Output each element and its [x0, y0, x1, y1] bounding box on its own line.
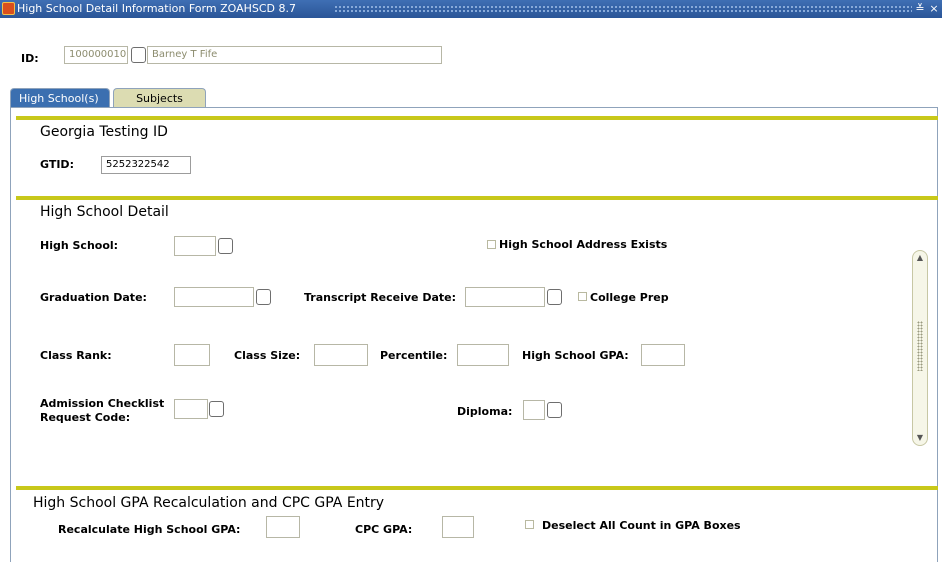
- gtid-field[interactable]: 5252322542: [101, 156, 191, 174]
- admission-checklist-search-button[interactable]: [209, 401, 224, 417]
- title-bar-pattern: [334, 5, 912, 13]
- window-title-bar: High School Detail Information Form ZOAH…: [0, 0, 942, 18]
- admission-checklist-label-line1: Admission Checklist: [40, 397, 165, 410]
- percentile-label: Percentile:: [380, 349, 448, 362]
- tab-subjects[interactable]: Subjects: [113, 88, 206, 108]
- address-exists-label: High School Address Exists: [499, 238, 668, 251]
- close-icon[interactable]: ×: [928, 0, 940, 18]
- admission-checklist-field[interactable]: [174, 399, 208, 419]
- gpa-label: High School GPA:: [522, 349, 629, 362]
- college-prep-checkbox[interactable]: [578, 292, 587, 301]
- transcript-date-calendar-button[interactable]: [547, 289, 562, 305]
- section-divider: [16, 116, 938, 120]
- tab-high-schools[interactable]: High School(s): [10, 88, 110, 108]
- transcript-date-field[interactable]: [465, 287, 545, 307]
- graduation-date-field[interactable]: [174, 287, 254, 307]
- graduation-date-label: Graduation Date:: [40, 291, 147, 304]
- cpc-gpa-field[interactable]: [442, 516, 474, 538]
- id-field[interactable]: 100000010: [64, 46, 128, 64]
- scroll-down-icon[interactable]: ▼: [915, 433, 925, 443]
- diploma-search-button[interactable]: [547, 402, 562, 418]
- college-prep-label: College Prep: [590, 291, 669, 304]
- high-school-field[interactable]: [174, 236, 216, 256]
- scroll-up-icon[interactable]: ▲: [915, 253, 925, 263]
- class-size-label: Class Size:: [234, 349, 301, 362]
- graduation-date-calendar-button[interactable]: [256, 289, 271, 305]
- id-search-button[interactable]: [131, 47, 146, 63]
- deselect-all-label: Deselect All Count in GPA Boxes: [542, 519, 741, 532]
- section-title-testing: Georgia Testing ID: [40, 124, 168, 140]
- minimize-icon[interactable]: ≚: [914, 0, 926, 18]
- recalc-gpa-field[interactable]: [266, 516, 300, 538]
- high-school-label: High School:: [40, 239, 119, 252]
- diploma-label: Diploma:: [457, 405, 513, 418]
- app-icon: [2, 2, 15, 15]
- cpc-gpa-label: CPC GPA:: [355, 523, 413, 536]
- percentile-field[interactable]: [457, 344, 509, 366]
- deselect-all-checkbox[interactable]: [525, 520, 534, 529]
- section-title-detail: High School Detail: [40, 204, 169, 220]
- class-rank-label: Class Rank:: [40, 349, 112, 362]
- admission-checklist-label-line2: Request Code:: [40, 411, 131, 424]
- diploma-field[interactable]: [523, 400, 545, 420]
- main-panel: [10, 107, 938, 562]
- scrollbar-grip[interactable]: [917, 321, 923, 371]
- gpa-field[interactable]: [641, 344, 685, 366]
- name-field[interactable]: Barney T Fife: [147, 46, 442, 64]
- class-size-field[interactable]: [314, 344, 368, 366]
- section-title-gpa: High School GPA Recalculation and CPC GP…: [33, 495, 385, 511]
- detail-scrollbar[interactable]: ▲ ▼: [912, 250, 928, 446]
- section-divider: [16, 486, 938, 490]
- recalc-gpa-label: Recalculate High School GPA:: [58, 523, 241, 536]
- id-label: ID:: [21, 52, 39, 65]
- gtid-label: GTID:: [40, 158, 74, 171]
- high-school-search-button[interactable]: [218, 238, 233, 254]
- class-rank-field[interactable]: [174, 344, 210, 366]
- transcript-date-label: Transcript Receive Date:: [304, 291, 457, 304]
- window-title: High School Detail Information Form ZOAH…: [17, 2, 296, 15]
- section-divider: [16, 196, 938, 200]
- address-exists-checkbox[interactable]: [487, 240, 496, 249]
